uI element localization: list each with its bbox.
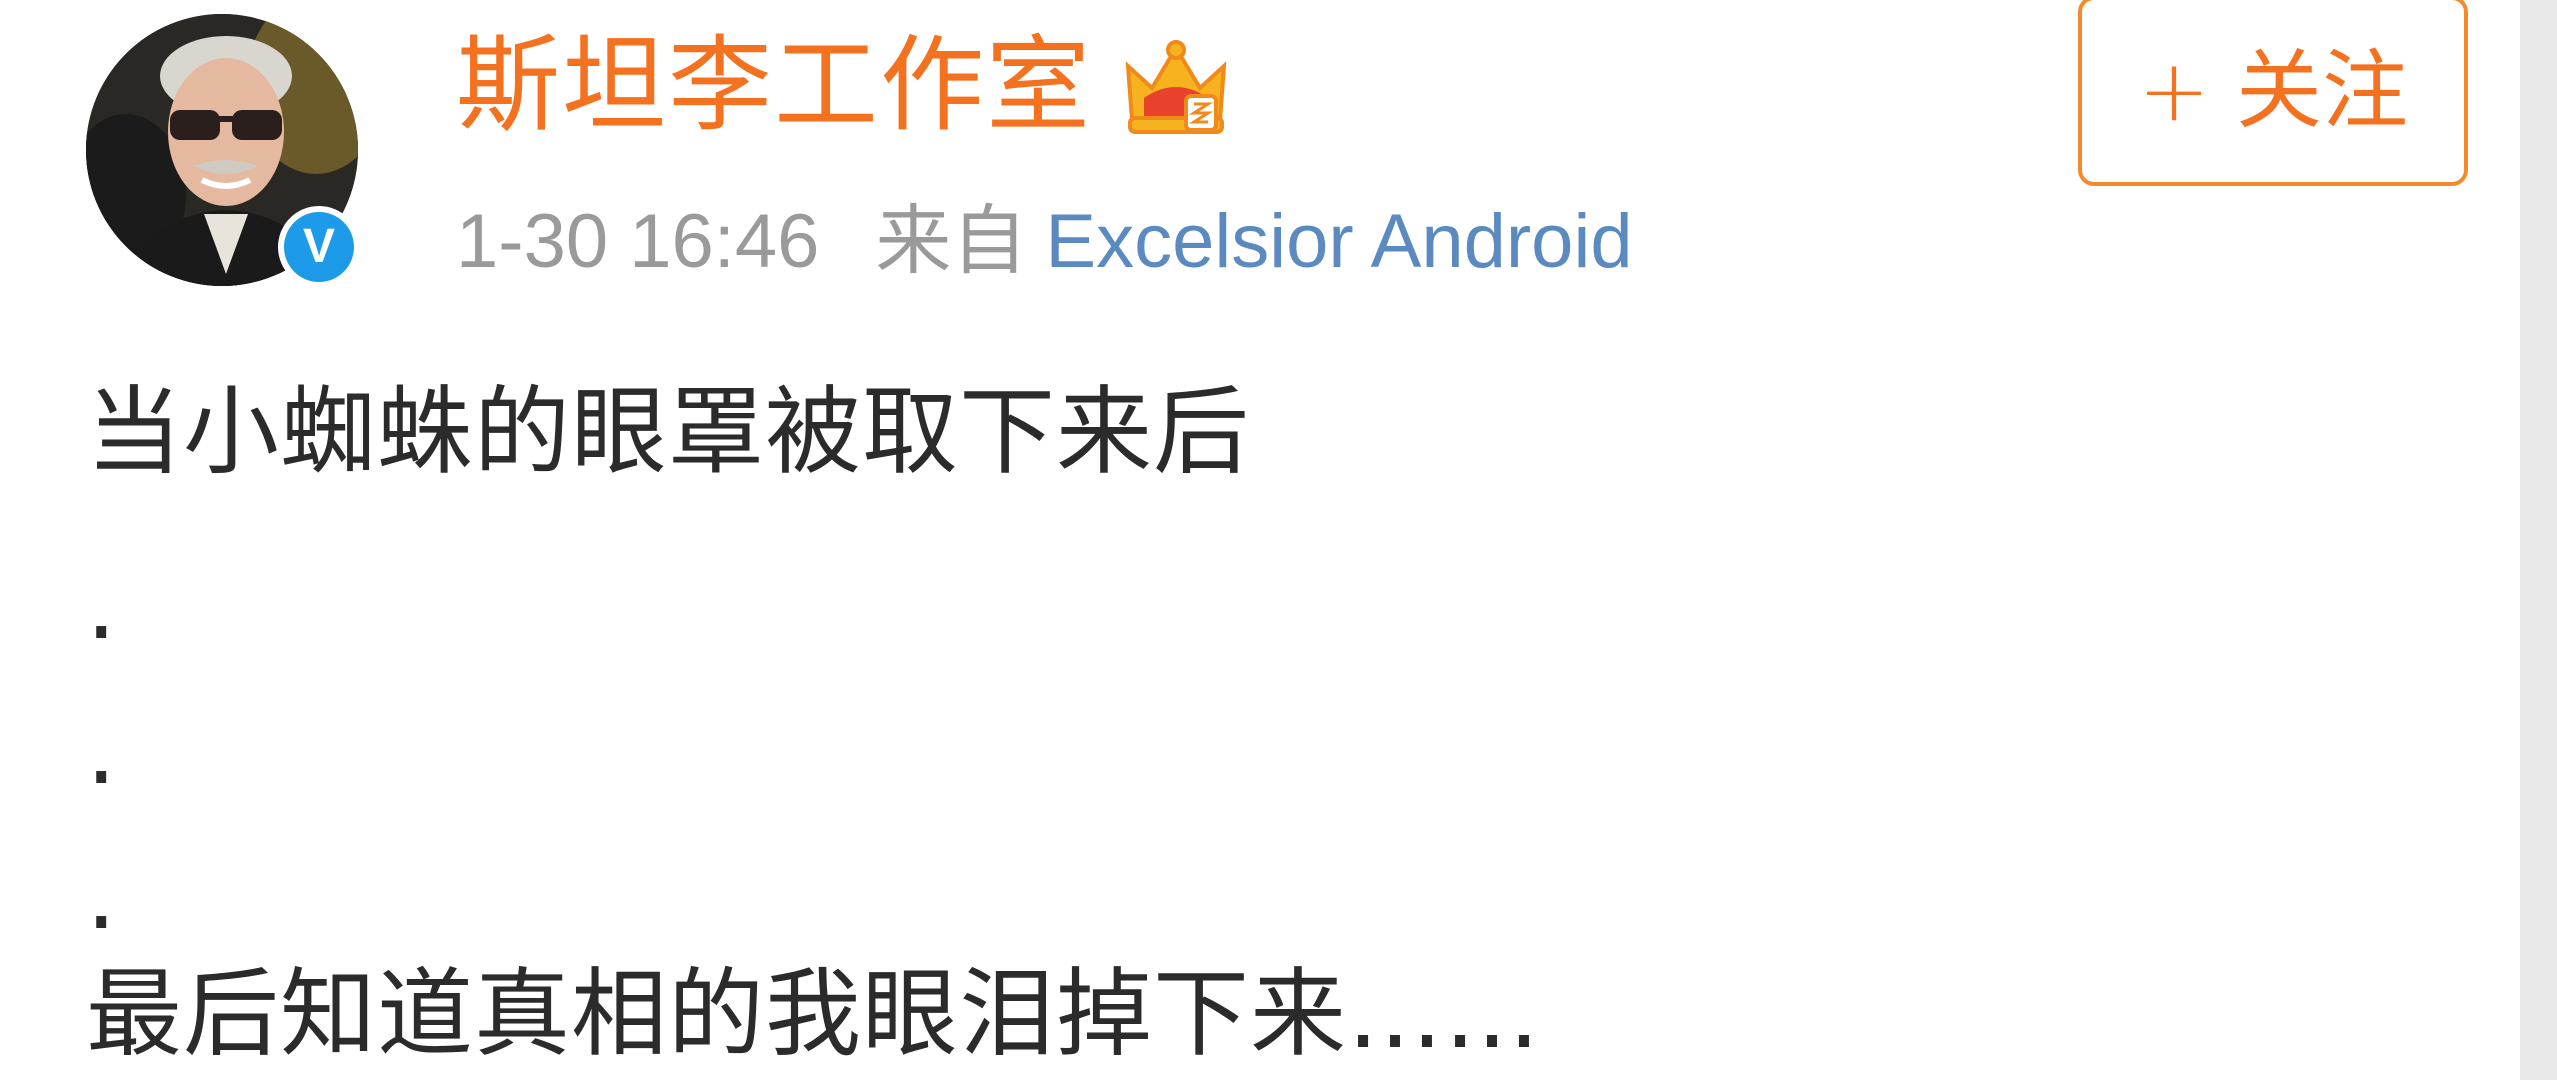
post-time: 1-30 16:46 (456, 199, 820, 284)
scrollbar-track[interactable] (2520, 0, 2557, 1080)
follow-label: 关注 (2236, 41, 2409, 141)
post-text-line: . (86, 839, 118, 951)
plus-icon: + (2137, 41, 2211, 141)
follow-button[interactable]: + 关注 (2078, 0, 2468, 186)
post-text-line: 当小蜘蛛的眼罩被取下来后 (86, 376, 1250, 488)
source-link[interactable]: Excelsior Android (1045, 199, 1632, 284)
post-text-line: 最后知道真相的我眼泪掉下来…… (86, 958, 1541, 1070)
post-text-line: . (86, 549, 118, 661)
author-name[interactable]: 斯坦李工作室 (456, 20, 1092, 150)
post-text-line: . (86, 694, 118, 806)
verified-v-icon: V (284, 212, 354, 282)
crown-member-icon[interactable] (1122, 36, 1230, 144)
from-label: 来自 (875, 199, 1028, 284)
post-meta: 1-30 16:46 来自 Excelsior Android (456, 192, 1633, 292)
weibo-post: V 斯坦李工作室 1-30 16:46 来自 Excelsior Android +… (0, 0, 2520, 1080)
verified-badge: V (278, 206, 360, 288)
